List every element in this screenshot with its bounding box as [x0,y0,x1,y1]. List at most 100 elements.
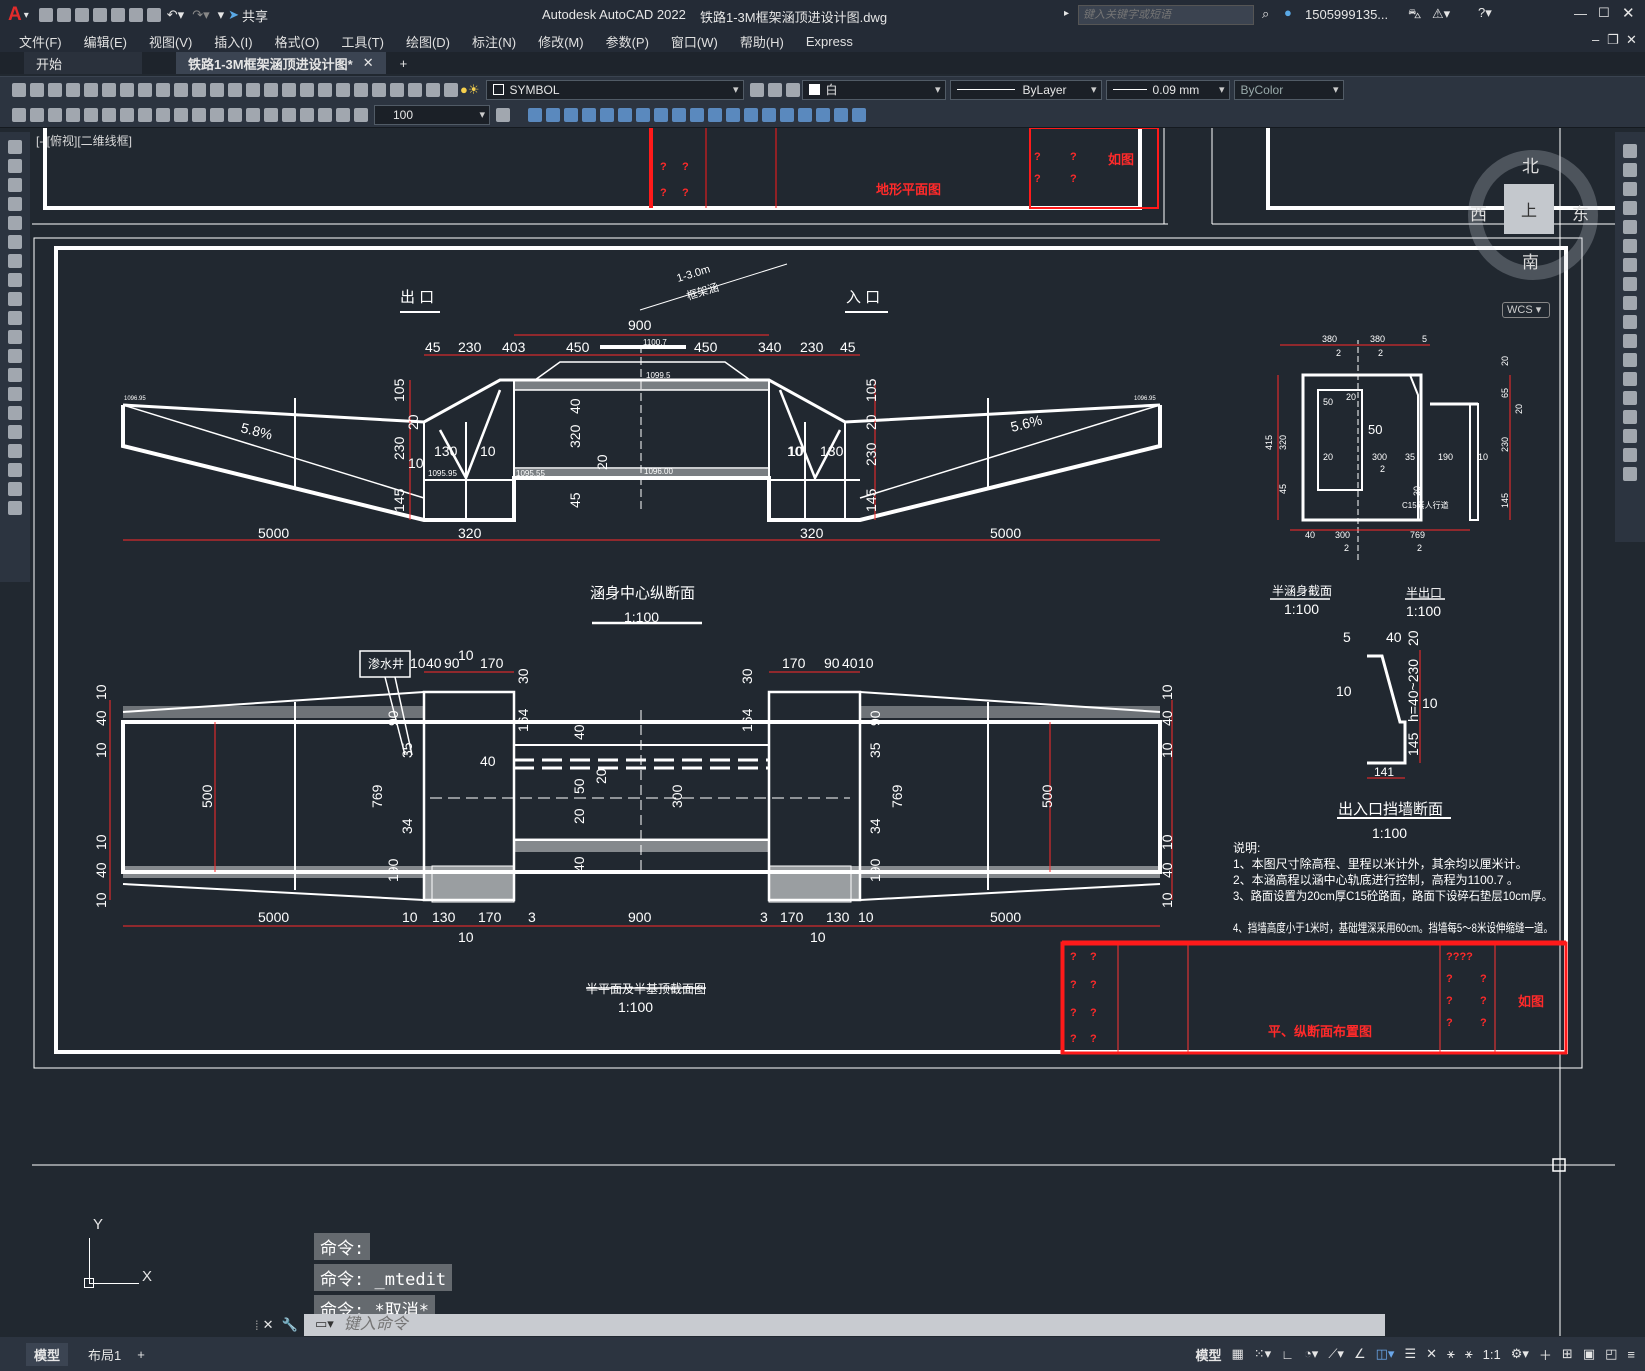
ucs-manager-icon[interactable] [780,107,794,122]
offset-icon[interactable] [1623,201,1637,215]
make-block-icon[interactable] [8,368,22,382]
open-web-icon[interactable] [110,8,125,22]
lineweight-toggle-icon[interactable]: ☰ [1404,1346,1416,1362]
cmd-grip-icon[interactable]: ⁞ [255,1318,259,1333]
sheet-set-icon[interactable] [372,82,386,97]
cut-icon[interactable] [138,82,152,97]
arc-icon[interactable] [8,235,22,249]
osnap-icon[interactable]: ◫▾ [1376,1346,1395,1362]
ucs-move-icon[interactable] [816,107,830,122]
ellipse-icon[interactable] [8,311,22,325]
layer-bulb-icon[interactable]: ●☀ [460,82,480,98]
menu-insert[interactable]: 插入(I) [214,32,252,51]
save2-icon[interactable] [48,82,62,97]
open2-icon[interactable] [30,82,44,97]
ucs-apply-icon[interactable] [744,107,758,122]
doc-close-icon[interactable]: ✕ [1626,32,1637,48]
blend-icon[interactable] [1623,448,1637,462]
ucs-view-icon[interactable] [618,107,632,122]
calculator-icon[interactable] [408,82,422,97]
tab-close-icon[interactable]: ✕ [363,55,374,71]
menu-view[interactable]: 视图(V) [149,32,192,51]
new-icon[interactable] [38,8,53,22]
plot-icon[interactable] [146,8,161,22]
maximize-icon[interactable]: ☐ [1598,5,1610,21]
add-selected-icon[interactable] [8,501,22,515]
inspect-icon[interactable] [282,107,296,122]
layer-match-icon[interactable] [749,82,764,97]
preview-icon[interactable] [84,82,98,97]
region-icon[interactable] [8,444,22,458]
zoom-realtime-icon[interactable] [264,82,278,97]
ucs-zaxis-icon[interactable] [654,107,668,122]
ucs-align-icon[interactable] [852,107,866,122]
copy-obj-icon[interactable] [1623,163,1637,177]
extend-icon[interactable] [1623,334,1637,348]
units-icon[interactable]: ⊞ [1562,1346,1573,1362]
ucs-z-icon[interactable] [726,107,740,122]
dim-break-icon[interactable] [228,107,242,122]
dim-edit-icon[interactable] [318,107,332,122]
viewcube-east[interactable]: 东 [1572,200,1589,225]
scale-icon[interactable] [1623,277,1637,291]
lineweight-dropdown[interactable]: 0.09 mm [1105,79,1230,100]
save-as-icon[interactable] [92,8,107,22]
share-button[interactable]: 共享 [242,6,268,25]
jogged-linear-icon[interactable] [300,107,314,122]
color-dropdown[interactable]: 白 [801,79,946,100]
dim-update-icon[interactable] [354,107,368,122]
ucs-previous-icon[interactable] [564,107,578,122]
menu-file[interactable]: 文件(F) [19,32,62,51]
plotstyle-dropdown[interactable]: ByColor [1233,79,1344,100]
tolerance-icon[interactable] [246,107,260,122]
circle-icon[interactable] [8,254,22,268]
dim-diameter-icon[interactable] [120,107,134,122]
dim-angular-icon[interactable] [138,107,152,122]
customize-icon[interactable]: ▾ [218,7,225,23]
layer-dropdown[interactable]: SYMBOL [485,79,744,100]
annotation-visibility-icon[interactable]: ⚹ [1447,1346,1455,1362]
gradient-icon[interactable] [8,425,22,439]
pan-icon[interactable] [246,82,260,97]
dimscale-dropdown[interactable]: 100 [374,104,490,125]
undo-icon[interactable]: ↶▾ [167,7,184,23]
viewcube-top-face[interactable]: 上 [1504,184,1554,234]
ucs-settings-icon[interactable] [798,107,812,122]
scale-dropdown[interactable]: 1:1 [1483,1347,1501,1362]
menu-edit[interactable]: 编辑(E) [84,32,127,51]
join-icon[interactable] [1623,391,1637,405]
point-icon[interactable] [8,387,22,401]
ucs-face-icon[interactable] [582,107,596,122]
ucs-x-icon[interactable] [690,107,704,122]
ucs-origin-icon[interactable] [636,107,650,122]
explode-icon[interactable] [1623,467,1637,481]
rectangle-icon[interactable] [8,216,22,230]
dim-radius-icon[interactable] [84,107,98,122]
menu-dimension[interactable]: 标注(N) [472,32,516,51]
doc-restore-icon[interactable]: ❐ [1607,32,1619,48]
grid-icon[interactable]: ▦ [1231,1346,1243,1362]
layer-previous-icon[interactable] [767,82,782,97]
table-icon[interactable] [8,463,22,477]
viewcube-south[interactable]: 南 [1522,248,1539,273]
chamfer-icon[interactable] [1623,410,1637,424]
share-icon[interactable]: ➤ [228,7,239,23]
dim-linear-icon[interactable] [12,107,26,122]
ucs-world-icon[interactable] [546,107,560,122]
menu-window[interactable]: 窗口(W) [671,32,718,51]
ucs-y-icon[interactable] [708,107,722,122]
polyline-icon[interactable] [8,178,22,192]
dim-ordinate-icon[interactable] [66,107,80,122]
command-input[interactable] [303,1314,1385,1336]
isolate-icon[interactable]: ◰ [1605,1346,1617,1362]
tab-drawing[interactable]: 铁路1-3M框架涵顶进设计图* ✕ [176,52,386,74]
drawing-canvas[interactable]: [-][俯视][二维线框] 出 口 入 口 1-3.0m 框架涵 45 230 … [30,128,1615,1336]
save-icon[interactable] [74,8,89,22]
undo2-icon[interactable] [210,82,224,97]
design-center-icon[interactable] [336,82,350,97]
dim-space-icon[interactable] [210,107,224,122]
print-icon[interactable] [66,82,80,97]
dim-aligned-icon[interactable] [30,107,44,122]
hatch-icon[interactable] [8,406,22,420]
tool-palette-icon[interactable] [354,82,368,97]
